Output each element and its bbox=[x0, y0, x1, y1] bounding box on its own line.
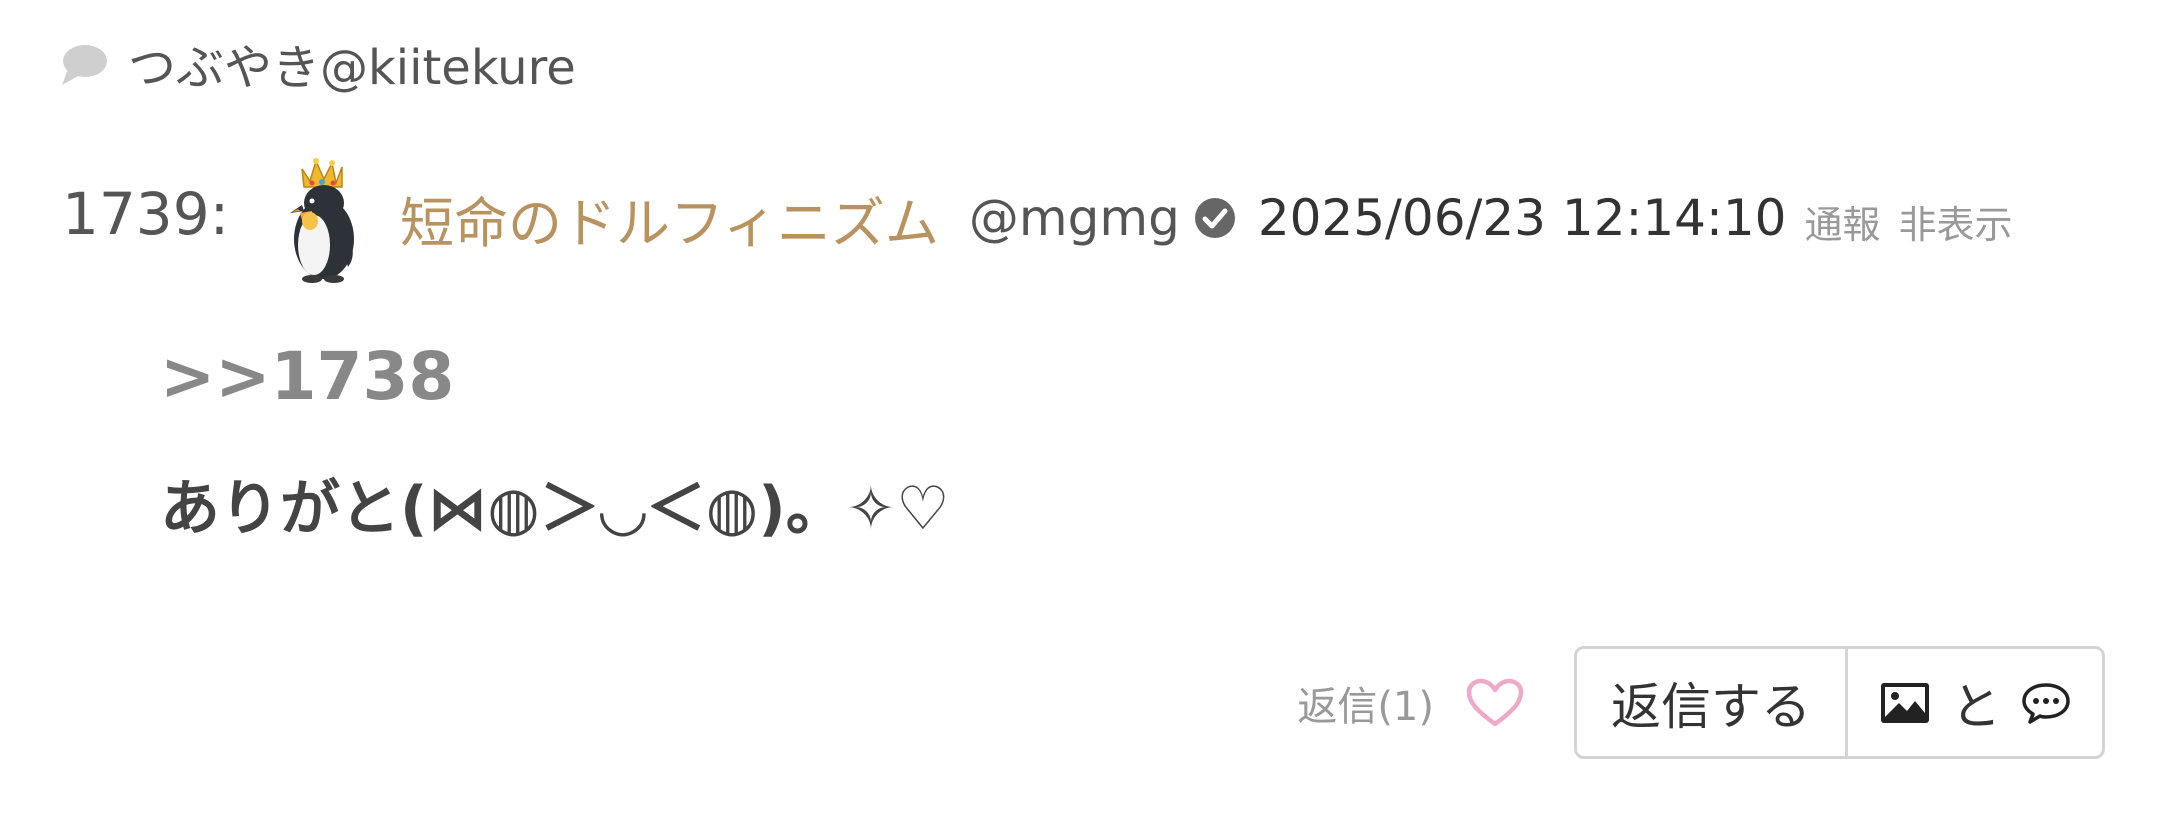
post-timestamp[interactable]: 2025/06/23 12:14:10 bbox=[1258, 189, 1787, 247]
reply-button[interactable]: 返信する bbox=[1574, 646, 1848, 759]
speech-bubble-icon bbox=[62, 45, 107, 85]
heart-outline-icon[interactable] bbox=[1466, 678, 1524, 728]
hide-link[interactable]: 非表示 bbox=[1898, 194, 2012, 249]
check-circle-icon bbox=[1194, 198, 1235, 238]
post-meta: 短命のドルフィニズム @mgmg 2025/06/23 12:14:10 通報 … bbox=[400, 178, 2030, 258]
thread-header: つぶやき@kiitekure bbox=[58, 28, 576, 98]
image-icon bbox=[1881, 682, 1929, 723]
reply-anchor-link[interactable]: >>1738 bbox=[160, 338, 454, 415]
reply-count-link[interactable]: 返信(1) bbox=[1297, 674, 1434, 732]
post-number: 1739: bbox=[62, 180, 230, 248]
avatar[interactable] bbox=[278, 155, 368, 287]
thread-title[interactable]: つぶやき@kiitekure bbox=[128, 28, 576, 98]
report-link[interactable]: 通報 bbox=[1804, 194, 1880, 249]
image-reply-connector: と bbox=[1951, 677, 2001, 736]
user-name[interactable]: 短命のドルフィニズム bbox=[400, 179, 939, 258]
user-handle[interactable]: @mgmg bbox=[969, 189, 1180, 247]
post-actions: 返信(1) 返信する と bbox=[1297, 645, 2105, 760]
reply-button-group: 返信する と bbox=[1574, 646, 2105, 759]
post-message: ありがと(⋈◍＞◡＜◍)。✧♡ bbox=[160, 474, 950, 544]
chat-bubble-icon bbox=[2022, 682, 2070, 724]
image-reply-button[interactable]: と bbox=[1845, 646, 2105, 759]
